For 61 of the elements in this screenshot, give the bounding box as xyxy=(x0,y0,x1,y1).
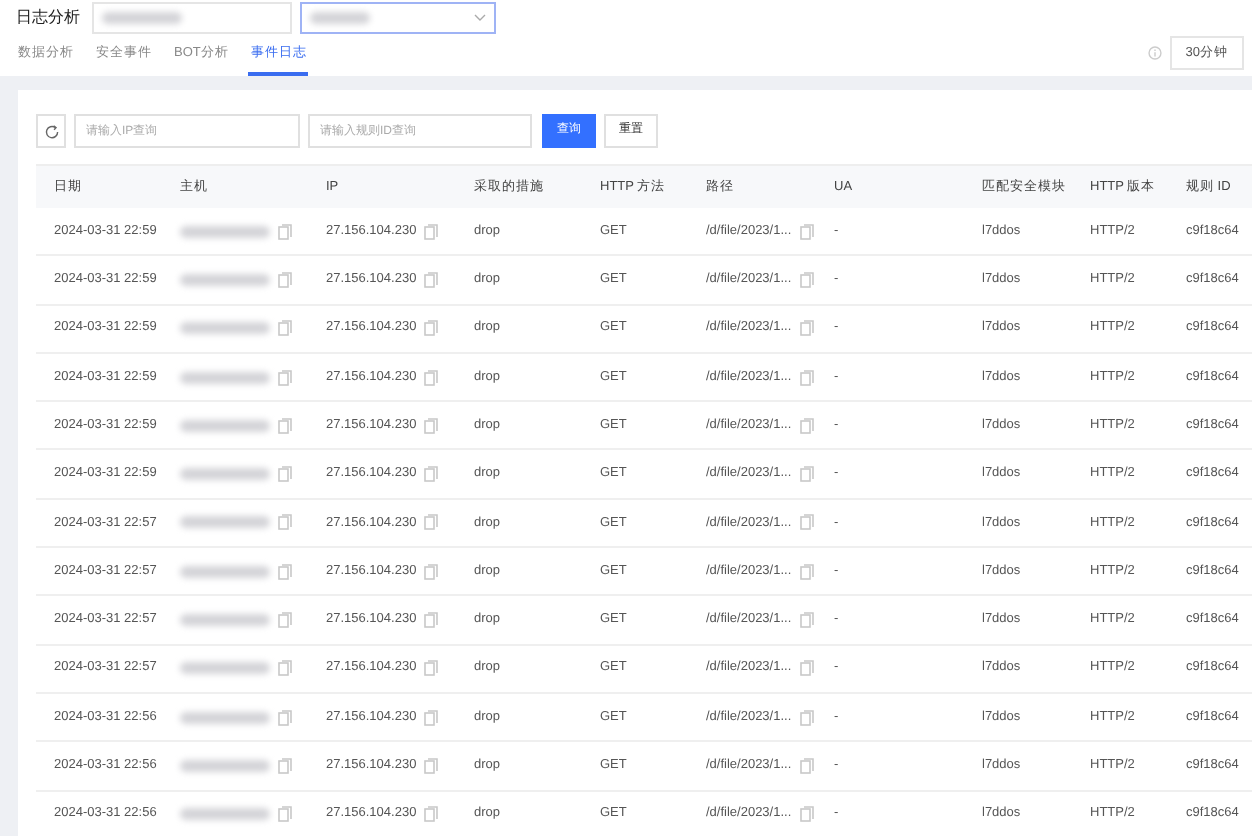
redacted-text xyxy=(180,516,270,529)
redacted-text xyxy=(180,565,270,578)
site-select[interactable] xyxy=(300,1,496,33)
redacted-text xyxy=(180,419,270,432)
redacted-text xyxy=(310,11,370,23)
copy-icon[interactable] xyxy=(799,369,814,386)
copy-icon[interactable] xyxy=(278,757,292,774)
redacted-text xyxy=(180,468,270,481)
redacted-text xyxy=(180,614,270,627)
copy-icon[interactable] xyxy=(278,320,292,337)
copy-icon[interactable] xyxy=(799,563,814,580)
redacted-text xyxy=(180,273,270,286)
copy-icon[interactable] xyxy=(799,709,814,726)
copy-icon[interactable] xyxy=(424,320,439,337)
copy-icon[interactable] xyxy=(424,660,439,677)
copy-icon[interactable] xyxy=(278,223,292,240)
copy-icon[interactable] xyxy=(799,417,814,434)
copy-icon[interactable] xyxy=(424,612,439,629)
copy-icon[interactable] xyxy=(799,320,814,337)
redacted-text xyxy=(180,711,270,724)
redacted-text xyxy=(180,808,270,821)
copy-icon[interactable] xyxy=(799,660,814,677)
copy-icon[interactable] xyxy=(799,612,814,629)
redacted-text xyxy=(102,11,182,23)
page-title: 日志分析 xyxy=(16,5,80,29)
copy-icon[interactable] xyxy=(424,514,439,531)
copy-icon[interactable] xyxy=(799,514,814,531)
info-icon xyxy=(1147,46,1162,60)
copy-icon[interactable] xyxy=(424,757,439,774)
copy-icon[interactable] xyxy=(278,514,292,531)
copy-icon[interactable] xyxy=(424,369,439,386)
copy-icon[interactable] xyxy=(424,271,439,288)
copy-icon[interactable] xyxy=(424,417,439,434)
copy-icon[interactable] xyxy=(278,612,292,629)
copy-icon[interactable] xyxy=(278,806,292,823)
copy-icon[interactable] xyxy=(424,563,439,580)
copy-icon[interactable] xyxy=(799,806,814,823)
redacted-text xyxy=(180,371,270,384)
copy-icon[interactable] xyxy=(799,223,814,240)
copy-icon[interactable] xyxy=(424,709,439,726)
copy-icon[interactable] xyxy=(278,709,292,726)
copy-icon[interactable] xyxy=(278,417,292,434)
copy-icon[interactable] xyxy=(424,223,439,240)
copy-icon[interactable] xyxy=(799,757,814,774)
redacted-text xyxy=(180,662,270,675)
redacted-text xyxy=(180,322,270,335)
redacted-text xyxy=(180,759,270,772)
copy-icon[interactable] xyxy=(424,806,439,823)
domain-field[interactable] xyxy=(92,1,292,33)
refresh-button[interactable] xyxy=(36,114,66,148)
copy-icon[interactable] xyxy=(799,466,814,483)
copy-icon[interactable] xyxy=(278,466,292,483)
caret-icon xyxy=(474,13,486,21)
redacted-text xyxy=(180,225,270,238)
refresh-icon xyxy=(43,123,59,139)
copy-icon[interactable] xyxy=(424,466,439,483)
copy-icon[interactable] xyxy=(278,660,292,677)
copy-icon[interactable] xyxy=(278,271,292,288)
copy-icon[interactable] xyxy=(799,271,814,288)
copy-icon[interactable] xyxy=(278,369,292,386)
copy-icon[interactable] xyxy=(278,563,292,580)
